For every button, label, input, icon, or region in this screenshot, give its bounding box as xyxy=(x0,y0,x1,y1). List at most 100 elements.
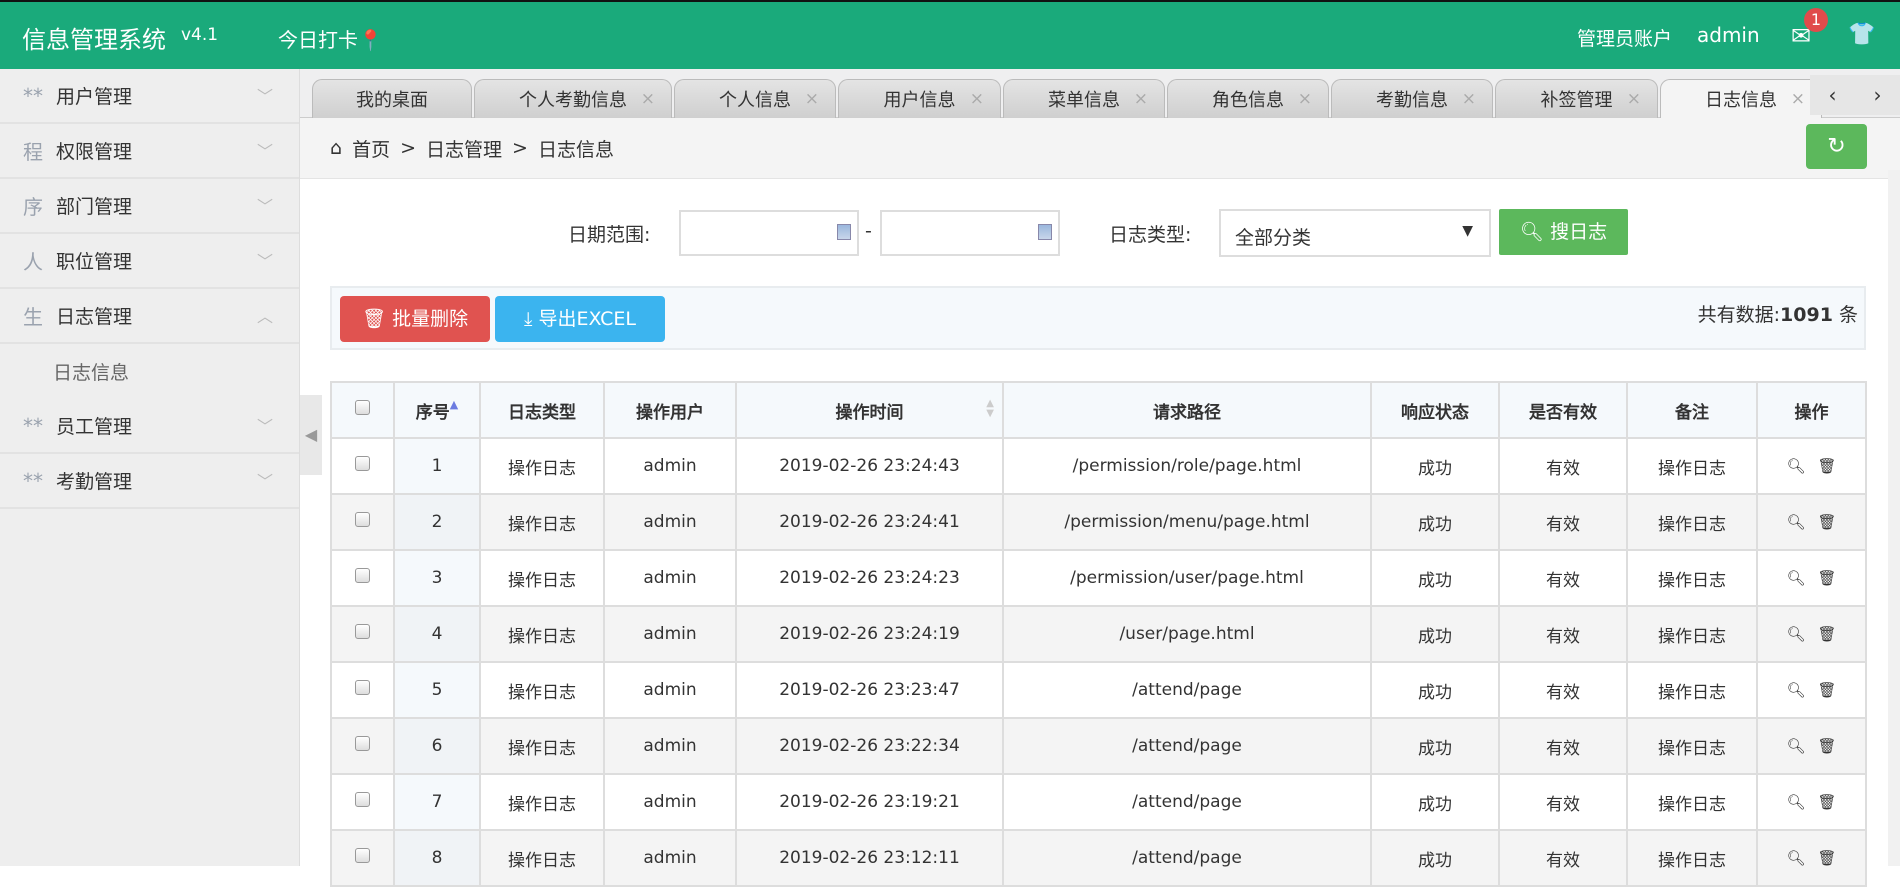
tab-prev-icon[interactable]: ‹ xyxy=(1829,83,1837,107)
view-icon[interactable]: 🔍︎ xyxy=(1786,681,1805,699)
sidebar-item[interactable]: ** 用户管理 ﹀ xyxy=(0,69,299,124)
checkbox[interactable] xyxy=(355,400,370,415)
search-logs-button[interactable]: 🔍︎ 搜日志 xyxy=(1499,209,1628,255)
chevron-icon: ﹀ xyxy=(256,252,273,271)
checkbox[interactable] xyxy=(355,568,370,583)
view-icon[interactable]: 🔍︎ xyxy=(1786,793,1805,811)
row-checkbox-cell[interactable] xyxy=(330,829,395,887)
delete-icon[interactable]: 🗑 xyxy=(1818,793,1837,811)
tab[interactable]: 用户信息 × xyxy=(838,79,1001,118)
tab[interactable]: 我的桌面 xyxy=(312,79,472,118)
menu-glyph-icon: ** xyxy=(23,83,43,108)
chevron-icon: ﹀ xyxy=(256,472,273,491)
breadcrumb-log-management[interactable]: 日志管理 xyxy=(426,135,502,162)
view-icon[interactable]: 🔍︎ xyxy=(1786,737,1805,755)
theme-shirt-icon[interactable]: 👕 xyxy=(1848,22,1875,47)
table-cell: 操作日志 xyxy=(1626,493,1758,551)
delete-icon[interactable]: 🗑 xyxy=(1818,513,1837,531)
end-date-input[interactable] xyxy=(880,210,1060,256)
username-link[interactable]: admin xyxy=(1697,23,1760,47)
start-date-input[interactable] xyxy=(679,210,859,256)
column-header[interactable]: 操作时间 ▲ ▼ xyxy=(735,381,1004,439)
table-cell: 成功 xyxy=(1370,549,1500,607)
row-checkbox-cell[interactable] xyxy=(330,437,395,495)
tab-label: 个人考勤信息 xyxy=(519,90,627,111)
delete-icon[interactable]: 🗑 xyxy=(1818,681,1837,699)
trash-icon: 🗑 xyxy=(361,308,387,330)
view-icon[interactable]: 🔍︎ xyxy=(1786,513,1805,531)
table-cell: admin xyxy=(603,437,737,495)
column-header[interactable]: 序号▲ xyxy=(393,381,481,439)
close-icon[interactable]: × xyxy=(805,89,819,109)
tab[interactable]: 考勤信息 × xyxy=(1331,79,1493,118)
view-icon[interactable]: 🔍︎ xyxy=(1786,569,1805,587)
table-cell: 1 xyxy=(393,437,481,495)
delete-icon[interactable]: 🗑 xyxy=(1818,737,1837,755)
close-icon[interactable]: × xyxy=(1134,89,1148,109)
checkbox[interactable] xyxy=(355,792,370,807)
delete-icon[interactable]: 🗑 xyxy=(1818,457,1837,475)
location-pin-icon: 📍 xyxy=(358,28,383,52)
row-checkbox-cell[interactable] xyxy=(330,549,395,607)
tab-next-icon[interactable]: › xyxy=(1874,83,1882,107)
tab-label: 菜单信息 xyxy=(1048,90,1120,111)
row-checkbox-cell[interactable] xyxy=(330,773,395,831)
log-type-label: 日志类型: xyxy=(1109,224,1192,246)
home-icon: ⌂ xyxy=(330,137,343,159)
checkbox[interactable] xyxy=(355,736,370,751)
punch-in-link[interactable]: 今日打卡📍 xyxy=(278,24,383,53)
tab[interactable]: 补签管理 × xyxy=(1495,79,1658,118)
delete-icon[interactable]: 🗑 xyxy=(1818,569,1837,587)
view-icon[interactable]: 🔍︎ xyxy=(1786,625,1805,643)
tab[interactable]: 日志信息 × xyxy=(1660,79,1822,118)
close-icon[interactable]: × xyxy=(1462,89,1476,109)
scrollbar[interactable] xyxy=(1888,170,1900,866)
refresh-button[interactable]: ↻ xyxy=(1806,124,1867,169)
export-excel-button[interactable]: ⤓ 导出EXCEL xyxy=(495,296,665,342)
row-checkbox-cell[interactable] xyxy=(330,661,395,719)
row-checkbox-cell[interactable] xyxy=(330,493,395,551)
log-type-select[interactable]: 全部分类 ▼ xyxy=(1219,209,1491,257)
sidebar-item[interactable]: ** 考勤管理 ﹀ xyxy=(0,454,299,509)
sidebar-item[interactable]: 生日志管理 ︿ xyxy=(0,289,299,344)
view-icon[interactable]: 🔍︎ xyxy=(1786,849,1805,867)
table-cell: 7 xyxy=(393,773,481,831)
delete-icon[interactable]: 🗑 xyxy=(1818,625,1837,643)
checkbox[interactable] xyxy=(355,512,370,527)
breadcrumb-current: 日志信息 xyxy=(537,138,614,161)
app-version: v4.1 xyxy=(181,25,219,45)
table-cell: 2019-02-26 23:12:11 xyxy=(735,829,1004,887)
sidebar-item[interactable]: 程权限管理 ﹀ xyxy=(0,124,299,179)
close-icon[interactable]: × xyxy=(1627,89,1641,109)
table-cell: 有效 xyxy=(1498,493,1628,551)
tab[interactable]: 角色信息 × xyxy=(1167,79,1329,118)
checkbox[interactable] xyxy=(355,848,370,863)
sidebar-collapse-icon[interactable]: ◀ xyxy=(300,395,322,475)
checkbox[interactable] xyxy=(355,680,370,695)
tab[interactable]: 个人信息 × xyxy=(674,79,836,118)
checkbox[interactable] xyxy=(355,624,370,639)
refresh-icon: ↻ xyxy=(1827,134,1846,159)
breadcrumb-home[interactable]: 首页 xyxy=(352,135,390,162)
search-icon: 🔍︎ xyxy=(1519,221,1545,243)
table-cell: /attend/page xyxy=(1002,829,1372,887)
tab[interactable]: 菜单信息 × xyxy=(1003,79,1165,118)
sidebar-item[interactable]: ** 员工管理 ﹀ xyxy=(0,399,299,454)
close-icon[interactable]: × xyxy=(970,89,984,109)
batch-delete-button[interactable]: 🗑 批量删除 xyxy=(340,296,490,342)
checkbox[interactable] xyxy=(355,456,370,471)
row-checkbox-cell[interactable] xyxy=(330,605,395,663)
close-icon[interactable]: × xyxy=(1791,89,1805,109)
view-icon[interactable]: 🔍︎ xyxy=(1786,457,1805,475)
row-checkbox-cell[interactable] xyxy=(330,717,395,775)
column-header-label: 序号 xyxy=(415,402,450,423)
sidebar-item[interactable]: 序部门管理 ﹀ xyxy=(0,179,299,234)
close-icon[interactable]: × xyxy=(1298,89,1312,109)
column-header: 是否有效 xyxy=(1498,381,1628,439)
sidebar-subitem-log-info[interactable]: 日志信息 xyxy=(0,344,299,399)
select-all-checkbox[interactable] xyxy=(330,381,395,439)
sidebar-item[interactable]: 人职位管理 ﹀ xyxy=(0,234,299,289)
tab[interactable]: 个人考勤信息 × xyxy=(474,79,672,118)
delete-icon[interactable]: 🗑 xyxy=(1818,849,1837,867)
close-icon[interactable]: × xyxy=(641,89,655,109)
